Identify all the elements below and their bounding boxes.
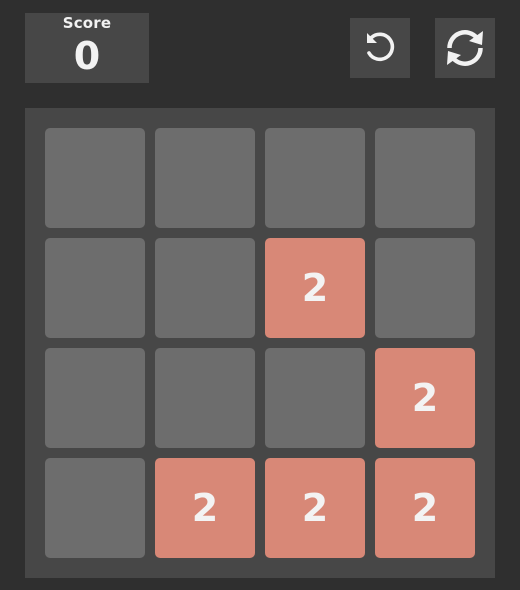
- score-box: Score 0: [25, 13, 149, 83]
- empty-cell: [45, 348, 145, 448]
- empty-cell: [265, 128, 365, 228]
- score-value: 0: [73, 34, 101, 78]
- empty-cell: [45, 238, 145, 338]
- undo-button[interactable]: [350, 18, 410, 78]
- score-label: Score: [62, 14, 112, 32]
- tile-2: 2: [375, 458, 475, 558]
- tile-2: 2: [375, 348, 475, 448]
- undo-icon: [358, 26, 402, 70]
- empty-cell: [265, 348, 365, 448]
- tile-2: 2: [265, 458, 365, 558]
- game-board[interactable]: 22222: [25, 108, 495, 578]
- empty-cell: [375, 128, 475, 228]
- restart-button[interactable]: [435, 18, 495, 78]
- restart-icon: [442, 25, 488, 71]
- tile-2: 2: [155, 458, 255, 558]
- empty-cell: [155, 238, 255, 338]
- tile-2: 2: [265, 238, 365, 338]
- empty-cell: [155, 128, 255, 228]
- empty-cell: [45, 458, 145, 558]
- empty-cell: [375, 238, 475, 338]
- empty-cell: [155, 348, 255, 448]
- empty-cell: [45, 128, 145, 228]
